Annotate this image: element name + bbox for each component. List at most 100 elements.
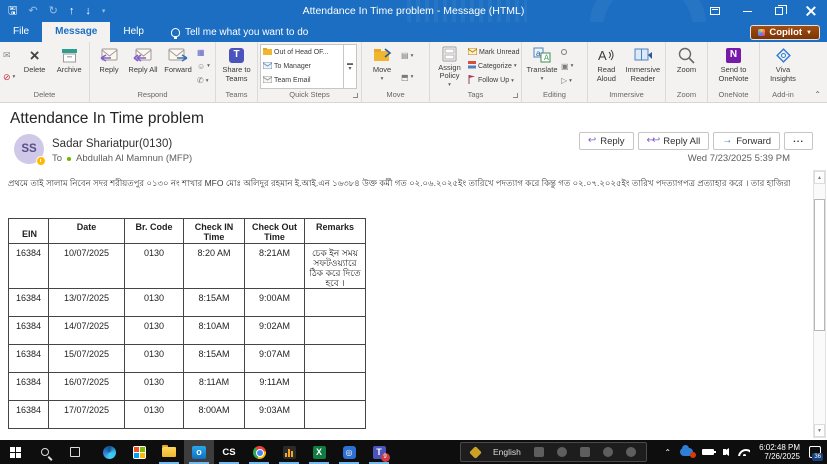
avatar[interactable]: SS — [14, 134, 44, 164]
respond-more-button[interactable]: ✆▾ — [197, 74, 211, 87]
pinned-app-icon[interactable] — [626, 447, 636, 457]
start-button[interactable] — [0, 440, 30, 464]
col-header-br-code: Br. Code — [125, 219, 184, 244]
save-icon[interactable]: 🖫 — [8, 6, 17, 17]
pinned-app-icon[interactable] — [580, 447, 590, 457]
follow-up-button[interactable]: Follow Up▾ — [468, 74, 518, 87]
reply-header-button[interactable]: ↩ Reply — [579, 132, 634, 150]
reply-all-header-button[interactable]: ↩↩ Reply All — [638, 132, 710, 150]
read-aloud-button[interactable]: A Read Aloud — [590, 44, 623, 89]
meeting-button[interactable]: ▦ — [197, 46, 211, 59]
undo-icon[interactable]: ↶ — [28, 6, 37, 17]
tell-me-box[interactable]: Tell me what you want to do — [171, 22, 308, 42]
pinned-app-icon[interactable] — [534, 447, 544, 457]
scrollbar-thumb[interactable] — [814, 199, 825, 331]
translate-button[interactable]: aＡ Translate ▾ — [524, 44, 560, 89]
wifi-icon[interactable] — [738, 449, 750, 456]
send-to-onenote-button[interactable]: N Send to OneNote — [710, 44, 757, 89]
reply-all-button[interactable]: Reply All — [126, 44, 160, 89]
task-view-button[interactable] — [60, 440, 90, 464]
recipient-name[interactable]: Abdullah Al Mamnun (MFP) — [76, 153, 192, 164]
customize-qat-icon[interactable]: ▾ — [102, 8, 106, 15]
restore-button[interactable] — [763, 0, 795, 22]
vertical-scrollbar[interactable]: ▲ ▼ — [813, 170, 826, 438]
next-item-icon[interactable]: ↓ — [85, 6, 91, 17]
onedrive-alert-icon[interactable] — [680, 448, 693, 456]
quick-step-out-of-head-office[interactable]: Out of Head OF... — [263, 46, 341, 59]
scroll-down-icon[interactable]: ▼ — [814, 424, 825, 437]
viva-insights-button[interactable]: Viva Insights — [762, 44, 804, 89]
find-button[interactable] — [561, 46, 581, 59]
table-header-row: EIN Date Br. Code Check IN Time Check Ou… — [9, 219, 366, 244]
taskbar-store-button[interactable] — [124, 440, 154, 464]
quick-steps-more-button[interactable]: ▬▾ — [344, 44, 357, 89]
quick-step-team-email[interactable]: Team Email — [263, 74, 341, 87]
forward-header-button[interactable]: → Forward — [713, 132, 780, 150]
taskbar-cs-app-button[interactable]: CS — [214, 440, 244, 464]
archive-button[interactable]: Archive — [51, 44, 87, 89]
outlook-icon: o — [192, 446, 206, 459]
share-to-teams-button[interactable]: T Share to Teams — [218, 44, 255, 89]
sender-name[interactable]: Sadar Shariatpur(0130) — [52, 138, 172, 150]
pinned-app-icon[interactable] — [603, 447, 613, 457]
language-label[interactable]: English — [493, 447, 521, 457]
categorize-button[interactable]: Categorize▾ — [468, 60, 518, 73]
mark-unread-button[interactable]: Mark Unread — [468, 46, 518, 59]
select-button[interactable]: ▷▾ — [561, 74, 581, 87]
excel-icon: X — [313, 446, 326, 459]
folder-icon — [263, 48, 272, 57]
viva-insights-icon — [775, 45, 792, 65]
scroll-up-icon[interactable]: ▲ — [814, 171, 825, 184]
title-bar: 🖫 ↶ ↻ ↑ ↓ ▾ Attendance In Time problem -… — [0, 0, 827, 22]
forward-button[interactable]: Forward — [160, 44, 196, 89]
tags-dialog-launcher[interactable] — [513, 93, 518, 98]
teams-icon: T — [229, 45, 244, 65]
quick-step-to-manager[interactable]: To Manager — [263, 60, 341, 73]
copilot-button[interactable]: Copilot ▼ — [750, 25, 820, 40]
show-hidden-icons-chevron[interactable]: ⌃ — [664, 448, 671, 457]
pinned-app-icon[interactable] — [557, 447, 567, 457]
ribbon-group-tags: Assign Policy ▾ Mark Unread Categorize▾ … — [430, 42, 522, 102]
close-button[interactable] — [795, 0, 827, 22]
tab-message[interactable]: Message — [42, 22, 110, 42]
tab-help[interactable]: Help — [110, 22, 157, 42]
taskbar-teams-button[interactable]: T 9 — [364, 440, 394, 464]
taskbar-blue-app-button[interactable]: ◎ — [334, 440, 364, 464]
taskbar-search-button[interactable] — [30, 440, 60, 464]
minimize-button[interactable] — [731, 0, 763, 22]
battery-icon[interactable] — [702, 449, 714, 455]
ignore-button[interactable]: ✉ — [3, 49, 17, 62]
more-actions-button[interactable]: ... — [784, 132, 813, 150]
zoom-button[interactable]: Zoom — [668, 44, 705, 89]
respond-im-button[interactable]: ☺▾ — [197, 60, 211, 73]
action-center-button[interactable]: 36 — [809, 446, 821, 458]
taskbar-edge-button[interactable] — [94, 440, 124, 464]
other-actions-button[interactable]: ⬒▾ — [401, 71, 423, 84]
immersive-reader-button[interactable]: Immersive Reader — [623, 44, 663, 89]
translate-icon: aＡ — [533, 45, 551, 65]
ribbon-display-options-button[interactable] — [699, 0, 731, 22]
reply-button[interactable]: Reply — [92, 44, 126, 89]
assign-policy-button[interactable]: Assign Policy ▾ — [432, 44, 467, 89]
taskbar-outlook-button[interactable]: o — [184, 440, 214, 464]
taskbar-analytics-app-button[interactable] — [274, 440, 304, 464]
taskbar-language-area[interactable]: English — [460, 442, 647, 462]
quick-steps-gallery: Out of Head OF... To Manager Team Email — [260, 44, 344, 89]
taskbar-excel-button[interactable]: X — [304, 440, 334, 464]
related-button[interactable]: ▣▾ — [561, 60, 581, 73]
taskbar-chrome-button[interactable] — [244, 440, 274, 464]
received-date: Wed 7/23/2025 5:39 PM — [688, 153, 790, 164]
delete-button[interactable]: × Delete — [18, 44, 52, 89]
quick-steps-dialog-launcher[interactable] — [353, 93, 358, 98]
speaker-icon[interactable] — [723, 448, 729, 456]
collapse-ribbon-icon[interactable]: ⌃ — [814, 90, 821, 99]
move-button[interactable]: Move ▾ — [364, 44, 400, 89]
taskbar-clock[interactable]: 6:02:48 PM 7/26/2025 — [759, 443, 800, 462]
previous-item-icon[interactable]: ↑ — [69, 6, 75, 17]
taskbar-file-explorer-button[interactable] — [154, 440, 184, 464]
junk-button[interactable]: ⊘▾ — [3, 71, 17, 84]
search-icon — [561, 49, 567, 55]
tab-file[interactable]: File — [0, 22, 42, 42]
redo-icon[interactable]: ↻ — [49, 6, 58, 17]
rules-button[interactable]: ▤▾ — [401, 49, 423, 62]
